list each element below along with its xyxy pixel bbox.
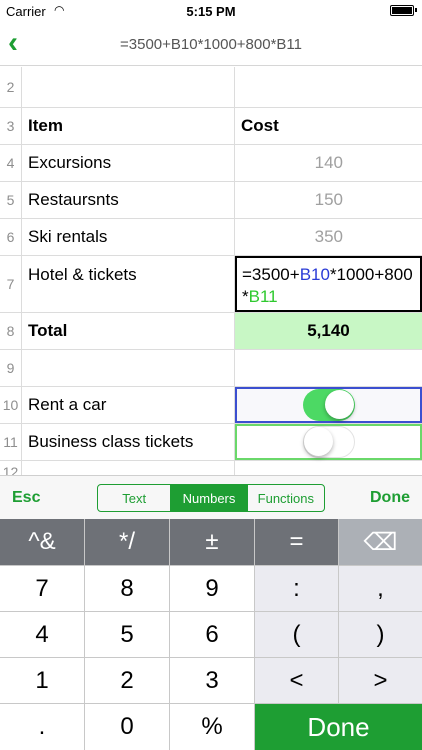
row-number: 10: [0, 387, 22, 423]
cell-b[interactable]: [235, 461, 422, 475]
cell-b[interactable]: [235, 387, 422, 423]
key-open-paren[interactable]: (: [255, 612, 338, 657]
segment-text[interactable]: Text: [98, 485, 172, 511]
key-decimal[interactable]: .: [0, 704, 84, 750]
row-number: 8: [0, 313, 22, 349]
backspace-icon[interactable]: ⌫: [339, 519, 422, 565]
cell-a[interactable]: Item: [22, 108, 235, 144]
key-0[interactable]: 0: [85, 704, 169, 750]
cell-a[interactable]: [22, 350, 235, 386]
key-6[interactable]: 6: [170, 612, 254, 657]
key-comma[interactable]: ,: [339, 566, 422, 611]
battery-icon: [390, 5, 417, 16]
esc-button[interactable]: Esc: [12, 489, 40, 507]
table-row: 10 Rent a car: [0, 387, 422, 424]
keypad-done-button[interactable]: Done: [255, 704, 422, 750]
toggle-knob: [303, 427, 333, 456]
cell-b[interactable]: 350: [235, 219, 422, 255]
row-number: 5: [0, 182, 22, 218]
segment-functions[interactable]: Functions: [248, 485, 324, 511]
key-7[interactable]: 7: [0, 566, 84, 611]
row-number: 3: [0, 108, 22, 144]
cell-a[interactable]: Restaursnts: [22, 182, 235, 218]
key-percent[interactable]: %: [170, 704, 254, 750]
cell-a[interactable]: [22, 461, 235, 475]
cell-a[interactable]: [22, 67, 235, 107]
table-row: 8 Total 5,140: [0, 313, 422, 350]
business-class-toggle[interactable]: [302, 426, 355, 458]
key-colon[interactable]: :: [255, 566, 338, 611]
key-2[interactable]: 2: [85, 658, 169, 703]
cell-b[interactable]: 150: [235, 182, 422, 218]
status-time: 5:15 PM: [186, 4, 236, 19]
cell-b[interactable]: Cost: [235, 108, 422, 144]
row-number: 9: [0, 350, 22, 386]
cell-b[interactable]: [235, 424, 422, 460]
row-number: 7: [0, 256, 22, 312]
cell-a[interactable]: Excursions: [22, 145, 235, 181]
table-row: 4 Excursions 140: [0, 145, 422, 182]
total-cell[interactable]: 5,140: [235, 313, 422, 349]
cell-a[interactable]: Rent a car: [22, 387, 235, 423]
keyboard-mode-segmented-control: Text Numbers Functions: [97, 484, 325, 512]
cell-b[interactable]: [235, 350, 422, 386]
segment-numbers[interactable]: Numbers: [171, 485, 248, 511]
key-less-than[interactable]: <: [255, 658, 338, 703]
table-row: 2: [0, 67, 422, 108]
row-number: 12: [0, 461, 22, 475]
table-row: 3 Item Cost: [0, 108, 422, 145]
formula-display: =3500+B10*1000+800*B11: [120, 36, 302, 53]
cell-b-editing[interactable]: =3500+B10*1000+800*B11: [235, 256, 422, 312]
row-number: 11: [0, 424, 22, 460]
key-close-paren[interactable]: ): [339, 612, 422, 657]
spreadsheet[interactable]: 2 3 Item Cost 4 Excursions 140 5 Restaur…: [0, 67, 422, 475]
key-equals[interactable]: =: [255, 519, 338, 565]
toggle-knob: [324, 390, 354, 419]
key-9[interactable]: 9: [170, 566, 254, 611]
done-button[interactable]: Done: [370, 489, 410, 507]
table-row: 12: [0, 461, 422, 475]
key-multiply-divide[interactable]: */: [85, 519, 169, 565]
key-caret-ampersand[interactable]: ^&: [0, 519, 84, 565]
key-greater-than[interactable]: >: [339, 658, 422, 703]
formula-text: =3500+: [242, 265, 300, 284]
table-row: 6 Ski rentals 350: [0, 219, 422, 256]
key-plus-minus[interactable]: ±: [170, 519, 254, 565]
table-row: 7 Hotel & tickets =3500+B10*1000+800*B11: [0, 256, 422, 313]
rent-car-toggle[interactable]: [302, 389, 355, 421]
key-8[interactable]: 8: [85, 566, 169, 611]
table-row: 9: [0, 350, 422, 387]
cell-a[interactable]: Hotel & tickets: [22, 256, 235, 312]
cell-reference: B10: [299, 265, 330, 284]
cell-a[interactable]: Ski rentals: [22, 219, 235, 255]
table-row: 5 Restaursnts 150: [0, 182, 422, 219]
key-1[interactable]: 1: [0, 658, 84, 703]
key-4[interactable]: 4: [0, 612, 84, 657]
row-number: 4: [0, 145, 22, 181]
cell-a[interactable]: Total: [22, 313, 235, 349]
cell-reference: B11: [248, 287, 278, 306]
status-bar: Carrier ◠ 5:15 PM: [0, 0, 422, 22]
numeric-keypad: ^& */ ± = ⌫ 7 8 9 : , 4 5 6 ( ) 1 2 3 < …: [0, 519, 422, 750]
nav-bar: ‹ =3500+B10*1000+800*B11: [0, 22, 422, 66]
cell-b[interactable]: [235, 67, 422, 107]
key-3[interactable]: 3: [170, 658, 254, 703]
cell-a[interactable]: Business class tickets: [22, 424, 235, 460]
keyboard-toolbar: Esc Text Numbers Functions Done: [0, 475, 422, 519]
row-number: 2: [0, 67, 22, 107]
table-row: 11 Business class tickets: [0, 424, 422, 461]
cell-b[interactable]: 140: [235, 145, 422, 181]
key-5[interactable]: 5: [85, 612, 169, 657]
row-number: 6: [0, 219, 22, 255]
